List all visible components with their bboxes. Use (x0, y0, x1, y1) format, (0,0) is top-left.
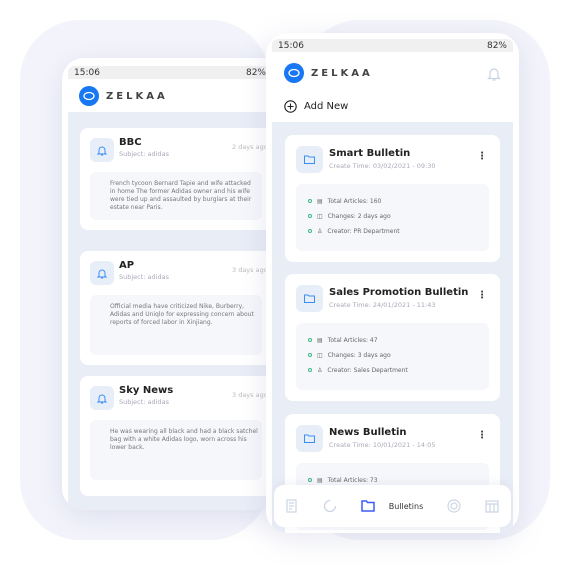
bulletin-created: Create Time: 10/01/2021 - 14:05 (329, 441, 436, 449)
notification-source: Sky News (119, 385, 174, 396)
bulletin-details: ▤ Total Articles: 47 ◫ Changes: 3 days ago… (296, 323, 489, 390)
more-menu-icon[interactable]: ⋮ (477, 151, 487, 162)
loading-icon[interactable] (323, 499, 337, 513)
creator-text: Creator: Sales Department (327, 366, 408, 374)
status-time: 15:06 (278, 40, 304, 51)
user-icon: ♙ (317, 227, 323, 235)
notification-subject: Subject: adidas (119, 150, 169, 158)
more-menu-icon[interactable]: ⋮ (477, 430, 487, 441)
bulletin-list: Smart Bulletin Create Time: 03/02/2021 -… (272, 122, 513, 533)
notification-age: 3 days ago (232, 266, 268, 274)
notification-body: French tycoon Bernard Tapie and wife att… (90, 172, 262, 220)
nav-bulletins-label: Bulletins (388, 501, 424, 511)
bulletin-name: News Bulletin (329, 427, 407, 438)
total-articles: ▤ Total Articles: 160 (308, 196, 381, 206)
logo: ZELKAA (79, 86, 168, 106)
target-icon[interactable] (447, 499, 461, 513)
notification-subject: Subject: adidas (119, 398, 169, 406)
notification-list: BBC Subject: adidas 2 days ago French ty… (68, 112, 286, 510)
brand-name: ZELKAA (106, 90, 168, 102)
notification-text: He was wearing all black and had a black… (110, 428, 258, 451)
status-bar: 15:06 82% (68, 66, 286, 79)
bell-icon (90, 138, 114, 162)
notification-age: 3 days ago (232, 391, 268, 399)
notification-body: Official media have criticized Nike, Bur… (90, 295, 262, 355)
articles-icon: ▤ (317, 336, 323, 344)
bulletin-name: Sales Promotion Bulletin (329, 287, 469, 298)
user-icon: ♙ (317, 366, 323, 374)
status-bar: 15:06 82% (272, 39, 513, 52)
folder-icon (296, 146, 323, 173)
bulletin-created: Create Time: 24/01/2021 - 11:43 (329, 301, 436, 309)
notification-card[interactable]: Sky News Subject: adidas 3 days ago He w… (80, 376, 272, 496)
status-time: 15:06 (74, 67, 100, 78)
bulletin-created: Create Time: 03/02/2021 - 09:30 (329, 162, 436, 170)
changes-icon: ◫ (317, 351, 323, 359)
bottom-nav: Bulletins (274, 485, 511, 527)
back-phone: 15:06 82% ZELKAA BBC Subject: adidas 2 da… (62, 58, 292, 510)
articles-icon: ▤ (317, 476, 323, 484)
folder-icon (296, 425, 323, 452)
total-articles-text: Total Articles: 160 (327, 197, 382, 205)
bulletin-card[interactable]: Smart Bulletin Create Time: 03/02/2021 -… (285, 135, 500, 262)
notification-bell-icon[interactable] (487, 66, 501, 82)
notification-source: AP (119, 260, 135, 271)
status-battery: 82% (486, 40, 507, 51)
more-menu-icon[interactable]: ⋮ (477, 290, 487, 301)
logo-icon (284, 63, 304, 83)
changes-icon: ◫ (317, 212, 323, 220)
logo: ZELKAA (284, 63, 373, 83)
notification-text: French tycoon Bernard Tapie and wife att… (110, 180, 252, 211)
notification-card[interactable]: AP Subject: adidas 3 days ago Official m… (80, 251, 272, 365)
document-icon[interactable] (286, 499, 299, 513)
creator: ♙ Creator: Sales Department (308, 365, 408, 375)
total-articles-text: Total Articles: 73 (327, 476, 378, 484)
notification-body: He was wearing all black and had a black… (90, 420, 262, 480)
total-articles: ▤ Total Articles: 47 (308, 335, 378, 345)
creator-text: Creator: PR Department (327, 227, 400, 235)
table-icon[interactable] (485, 499, 499, 513)
brand-name: ZELKAA (311, 67, 373, 79)
changes: ◫ Changes: 3 days ago (308, 350, 391, 360)
bell-icon (90, 386, 114, 410)
nav-bulletins[interactable]: Bulletins (360, 500, 424, 512)
total-articles-text: Total Articles: 47 (327, 336, 378, 344)
notification-text: Official media have criticized Nike, Bur… (110, 303, 254, 326)
bulletin-name: Smart Bulletin (329, 148, 411, 159)
total-articles: ▤ Total Articles: 73 (308, 475, 378, 485)
changes-text: Changes: 2 days ago (327, 212, 391, 220)
notification-source: BBC (119, 137, 142, 148)
creator: ♙ Creator: PR Department (308, 226, 400, 236)
changes: ◫ Changes: 2 days ago (308, 211, 391, 221)
notification-subject: Subject: adidas (119, 273, 169, 281)
articles-icon: ▤ (317, 197, 323, 205)
folder-icon (296, 285, 323, 312)
bulletin-details: ▤ Total Articles: 160 ◫ Changes: 2 days ag… (296, 184, 489, 251)
add-new-button[interactable]: Add New (284, 100, 348, 113)
bulletin-card[interactable]: Sales Promotion Bulletin Create Time: 24… (285, 274, 500, 401)
notification-card[interactable]: BBC Subject: adidas 2 days ago French ty… (80, 128, 272, 230)
add-new-label: Add New (304, 101, 349, 112)
plus-circle-icon (284, 100, 297, 113)
bell-icon (90, 261, 114, 285)
notification-age: 2 days ago (232, 143, 268, 151)
front-phone: 15:06 82% ZELKAA Add New Smart Bulletin C… (266, 33, 519, 533)
status-battery: 82% (245, 67, 266, 78)
changes-text: Changes: 3 days ago (327, 351, 391, 359)
logo-icon (79, 86, 99, 106)
folder-icon (360, 500, 375, 512)
